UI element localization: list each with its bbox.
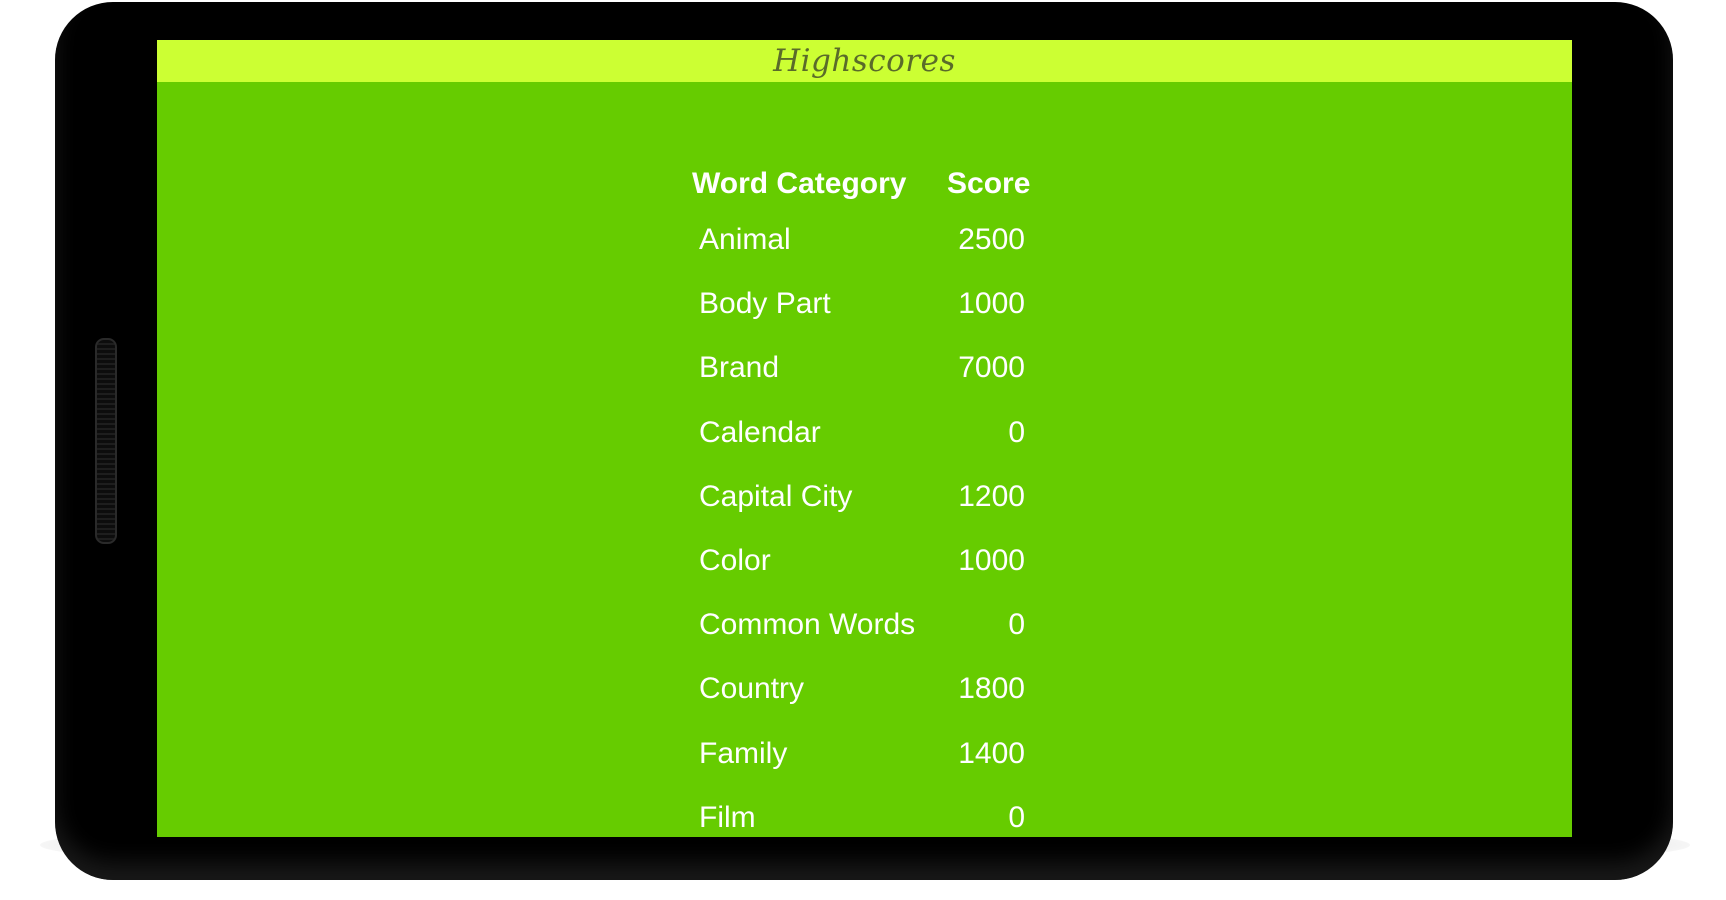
table-row: Calendar 0 bbox=[692, 415, 1052, 479]
table-row: Common Words 0 bbox=[692, 607, 1052, 671]
score-cell: 1000 bbox=[958, 543, 1025, 577]
table-row: Body Part 1000 bbox=[692, 286, 1052, 350]
category-cell: Family bbox=[699, 736, 788, 770]
category-cell: Animal bbox=[699, 223, 791, 256]
table-row: Film 0 bbox=[692, 800, 1052, 837]
table-row: Capital City 1200 bbox=[692, 479, 1052, 543]
category-cell: Film bbox=[699, 800, 756, 834]
score-cell: 0 bbox=[1008, 608, 1025, 642]
category-cell: Brand bbox=[699, 351, 780, 385]
category-cell: Calendar bbox=[699, 415, 821, 449]
table-row: Brand 7000 bbox=[692, 350, 1052, 414]
category-cell: Body Part bbox=[699, 287, 831, 321]
score-cell: 0 bbox=[1008, 800, 1025, 834]
stage: Highscores Word Category Score Animal 25… bbox=[0, 0, 1726, 900]
app-screen: Highscores Word Category Score Animal 25… bbox=[157, 40, 1572, 837]
score-cell: 1400 bbox=[958, 736, 1025, 770]
score-cell: 7000 bbox=[958, 351, 1025, 385]
score-cell: 1200 bbox=[958, 479, 1025, 513]
score-cell: 1000 bbox=[958, 287, 1025, 321]
highscores-table: Word Category Score Animal 2500 Body Par… bbox=[692, 164, 1052, 834]
table-row: Color 1000 bbox=[692, 543, 1052, 607]
column-header-score: Score bbox=[947, 167, 1031, 200]
tablet-side-button bbox=[95, 338, 117, 544]
score-cell: 1800 bbox=[958, 672, 1025, 706]
score-cell: 2500 bbox=[958, 223, 1025, 256]
table-header-row: Word Category Score bbox=[692, 164, 1052, 204]
table-row: Country 1800 bbox=[692, 671, 1052, 735]
category-cell: Country bbox=[699, 672, 805, 706]
table-body[interactable]: Animal 2500 Body Part 1000 Brand 7000 Ca… bbox=[692, 222, 1052, 837]
title-bar: Highscores bbox=[157, 40, 1572, 82]
page-title: Highscores bbox=[773, 43, 956, 79]
category-cell: Color bbox=[699, 543, 771, 577]
table-row: Family 1400 bbox=[692, 736, 1052, 800]
score-cell: 0 bbox=[1008, 415, 1025, 449]
category-cell: Capital City bbox=[699, 479, 853, 513]
table-row: Animal 2500 bbox=[692, 222, 1052, 286]
column-header-category: Word Category bbox=[692, 167, 907, 200]
category-cell: Common Words bbox=[699, 608, 916, 642]
